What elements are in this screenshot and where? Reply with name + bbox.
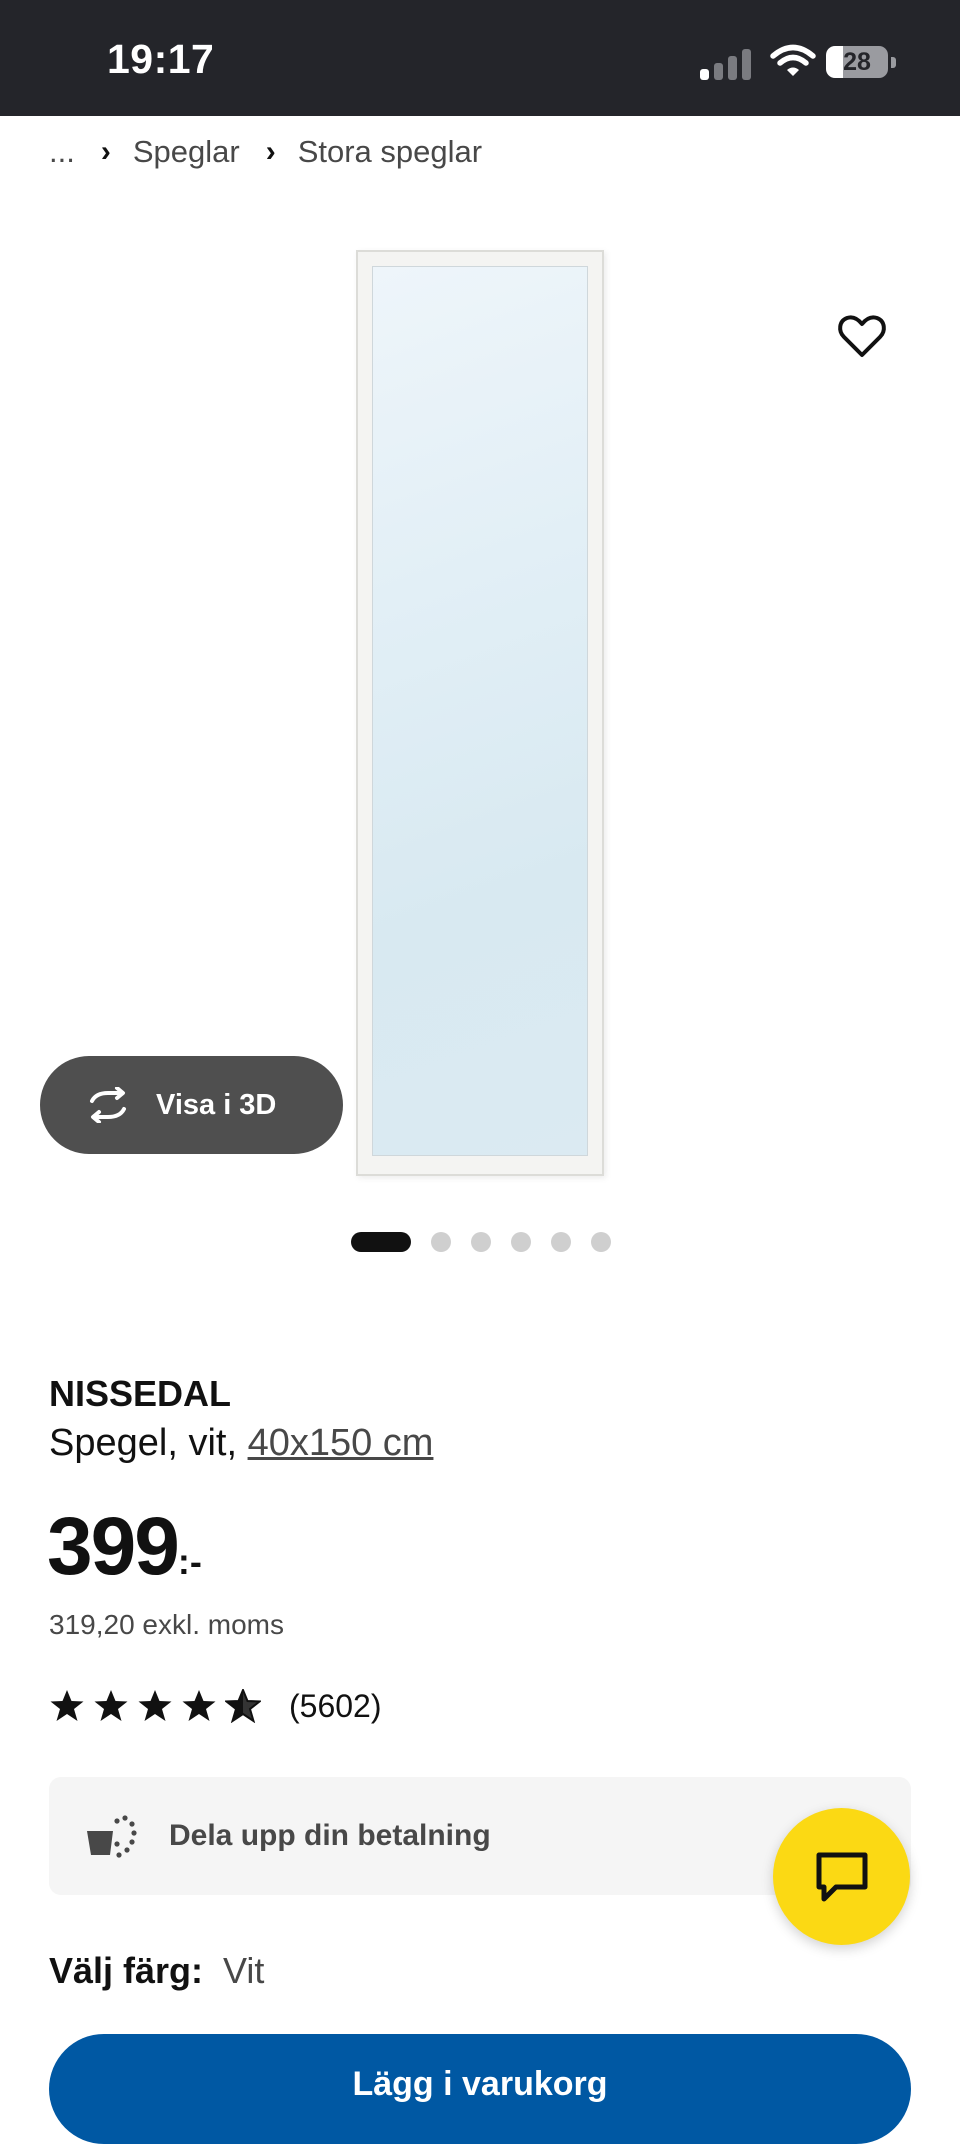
breadcrumb-item-stora-speglar[interactable]: Stora speglar: [298, 134, 482, 170]
carousel-dot[interactable]: [431, 1232, 451, 1252]
star-full-icon: [94, 1690, 128, 1721]
status-bar: 19:17 28: [0, 0, 960, 116]
star-half-icon: [225, 1689, 261, 1723]
star-full-icon: [182, 1690, 216, 1721]
carousel-dot[interactable]: [591, 1232, 611, 1252]
heart-outline-icon[interactable]: [836, 310, 888, 362]
view-3d-button[interactable]: Visa i 3D: [40, 1056, 343, 1154]
breadcrumb-ellipsis[interactable]: ...: [49, 134, 75, 170]
price-excl-vat: 319,20 exkl. moms: [49, 1609, 284, 1640]
product-type: Spegel, vit,: [49, 1422, 248, 1464]
chevron-right-icon: ›: [100, 135, 111, 168]
star-full-icon: [138, 1690, 172, 1721]
star-full-icon: [50, 1690, 84, 1721]
add-to-cart-button[interactable]: Lägg i varukorg: [49, 2034, 911, 2144]
color-select-label: Välj färg:: [49, 1950, 204, 1991]
product-description: Spegel, vit, 40x150 cm: [49, 1422, 433, 1465]
chat-button[interactable]: [773, 1808, 910, 1945]
wifi-icon: [770, 44, 816, 76]
cellular-signal-icon: [700, 48, 752, 80]
product-name: NISSEDAL: [49, 1373, 232, 1414]
status-time: 19:17: [107, 36, 215, 82]
split-payment-icon: [87, 1815, 137, 1858]
carousel-dots: [351, 1232, 611, 1252]
view-3d-label: Visa i 3D: [156, 1088, 277, 1121]
breadcrumb-item-speglar[interactable]: Speglar: [133, 134, 240, 170]
price-suffix: :-: [177, 1541, 202, 1582]
mirror-glass: [372, 266, 588, 1156]
chevron-right-icon: ›: [265, 135, 276, 168]
product-price: 399:-: [47, 1500, 202, 1594]
installment-label: Dela upp din betalning: [169, 1819, 491, 1852]
review-count: (5602): [289, 1687, 382, 1724]
product-rating[interactable]: (5602): [49, 1684, 382, 1728]
rotate-3d-icon: [90, 1087, 126, 1123]
color-select-value: Vit: [223, 1950, 265, 1991]
product-image[interactable]: [0, 190, 960, 1190]
product-size-link[interactable]: 40x150 cm: [248, 1422, 434, 1464]
rating-stars: [49, 1689, 269, 1723]
battery-icon: 28: [826, 46, 898, 80]
mirror-frame: [356, 250, 604, 1176]
color-select[interactable]: Välj färg: Vit: [49, 1950, 264, 1992]
price-amount: 399: [47, 1501, 180, 1592]
carousel-dot[interactable]: [511, 1232, 531, 1252]
carousel-dot[interactable]: [551, 1232, 571, 1252]
breadcrumb: ... › Speglar › Stora speglar: [49, 130, 482, 174]
chat-bubble-icon: [816, 1852, 867, 1901]
carousel-dot[interactable]: [351, 1232, 411, 1252]
carousel-dot[interactable]: [471, 1232, 491, 1252]
battery-level: 28: [843, 48, 871, 76]
